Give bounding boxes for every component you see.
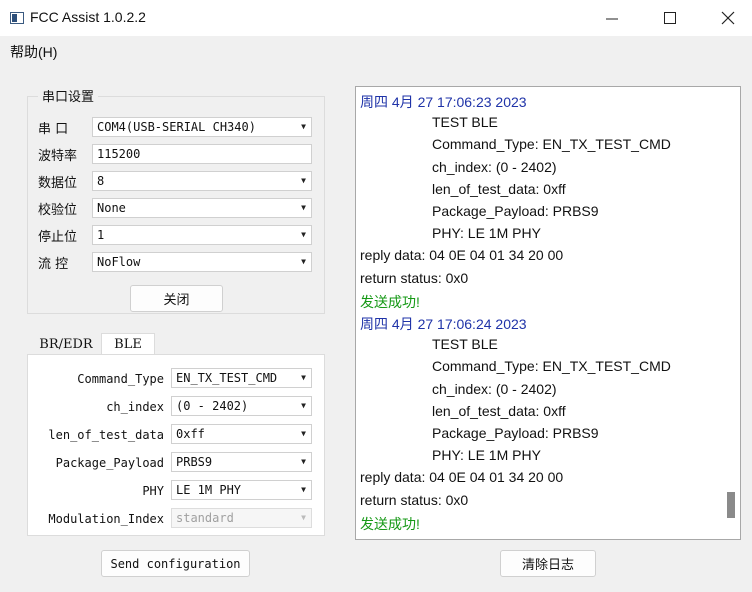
log-line: reply data: 04 0E 04 01 34 20 00 [360,469,564,486]
log-line: TEST BLE [432,114,498,131]
dropdown-arrow-icon: ▼ [301,513,306,522]
databits-select[interactable]: 8 ▼ [92,171,312,191]
databits-label: 数据位 [38,176,78,191]
menu-bar: 帮助(H) [0,36,752,64]
log-line: 周四 4月 27 17:06:23 2023 [360,94,527,110]
tab-br-edr[interactable]: BR/EDR [31,333,101,355]
dropdown-arrow-icon: ▼ [301,176,306,185]
log-line: return status: 0x0 [360,491,469,508]
stopbits-label: 停止位 [38,230,78,245]
dropdown-arrow-icon: ▼ [301,230,306,239]
log-line: ch_index: (0 - 2402) [432,158,557,175]
stopbits-value: 1 [97,228,105,242]
title-bar: FCC Assist 1.0.2.2 [0,0,752,36]
log-line: 发送成功! [360,293,420,310]
clear-log-button[interactable]: 清除日志 [500,550,596,577]
modulation-index-select: standard ▼ [171,508,312,528]
flowcontrol-label: 流 控 [38,257,69,272]
package-payload-label: Package_Payload [55,456,164,470]
log-line: len_of_test_data: 0xff [432,180,566,197]
log-line: return status: 0x0 [360,269,469,286]
parity-select[interactable]: None ▼ [92,198,312,218]
dropdown-arrow-icon: ▼ [301,485,306,494]
baud-value: 115200 [97,147,141,161]
window-title: FCC Assist 1.0.2.2 [30,9,146,25]
tab-ble[interactable]: BLE [101,333,155,355]
close-port-button[interactable]: 关闭 [130,285,223,312]
dropdown-arrow-icon: ▼ [301,257,306,266]
parity-value: None [97,201,126,215]
log-line: 发送成功! [360,515,420,532]
log-output[interactable]: 周四 4月 27 17:06:23 2023 TEST BLE Command_Ty… [355,86,741,540]
minimize-icon [606,18,618,20]
phy-select[interactable]: LE 1M PHY ▼ [171,480,312,500]
databits-value: 8 [97,174,105,188]
phy-label: PHY [142,484,164,498]
port-label: 串 口 [38,122,69,137]
command-type-value: EN_TX_TEST_CMD [176,371,278,385]
dropdown-arrow-icon: ▼ [301,457,306,466]
dropdown-arrow-icon: ▼ [301,401,306,410]
close-window-button[interactable] [708,6,748,30]
log-line: 周四 4月 27 17:06:24 2023 [360,316,527,332]
serial-settings-title: 串口设置 [38,86,99,105]
dropdown-arrow-icon: ▼ [301,203,306,212]
app-icon [10,12,24,24]
log-line: TEST BLE [432,336,498,353]
log-line: Command_Type: EN_TX_TEST_CMD [432,358,671,375]
baud-label: 波特率 [38,149,78,164]
log-line: reply data: 04 0E 04 01 34 20 00 [360,247,564,264]
send-configuration-button[interactable]: Send configuration [101,550,250,577]
parity-label: 校验位 [38,203,78,218]
menu-help[interactable]: 帮助(H) [10,42,57,62]
len-of-test-data-value: 0xff [176,427,205,441]
package-payload-value: PRBS9 [176,455,213,469]
phy-value: LE 1M PHY [176,483,242,497]
log-line: Command_Type: EN_TX_TEST_CMD [432,136,671,153]
log-line: PHY: LE 1M PHY [432,225,541,242]
len-of-test-data-select[interactable]: 0xff ▼ [171,424,312,444]
flowcontrol-select[interactable]: NoFlow ▼ [92,252,312,272]
maximize-button[interactable] [650,6,690,30]
package-payload-select[interactable]: PRBS9 ▼ [171,452,312,472]
stopbits-select[interactable]: 1 ▼ [92,225,312,245]
command-type-label: Command_Type [77,372,164,386]
modulation-index-value: standard [176,511,234,525]
close-icon [721,11,735,25]
modulation-index-label: Modulation_Index [48,512,164,526]
port-select[interactable]: COM4(USB-SERIAL CH340) ▼ [92,117,312,137]
maximize-icon [664,12,676,24]
minimize-button[interactable] [592,6,632,30]
ch-index-value: (0 - 2402) [176,399,249,413]
flowcontrol-value: NoFlow [97,255,141,269]
log-line: Package_Payload: PRBS9 [432,203,599,219]
dropdown-arrow-icon: ▼ [301,122,306,131]
ch-index-label: ch_index [106,400,164,414]
command-type-select[interactable]: EN_TX_TEST_CMD ▼ [171,368,312,388]
log-line: Package_Payload: PRBS9 [432,425,599,441]
log-line: PHY: LE 1M PHY [432,447,541,464]
port-value: COM4(USB-SERIAL CH340) [97,120,256,134]
log-line: ch_index: (0 - 2402) [432,380,557,397]
ch-index-select[interactable]: (0 - 2402) ▼ [171,396,312,416]
len-of-test-data-label: len_of_test_data [48,428,164,442]
scrollbar-thumb[interactable] [727,492,735,518]
log-line: len_of_test_data: 0xff [432,402,566,419]
dropdown-arrow-icon: ▼ [301,373,306,382]
baud-input[interactable]: 115200 [92,144,312,164]
dropdown-arrow-icon: ▼ [301,429,306,438]
